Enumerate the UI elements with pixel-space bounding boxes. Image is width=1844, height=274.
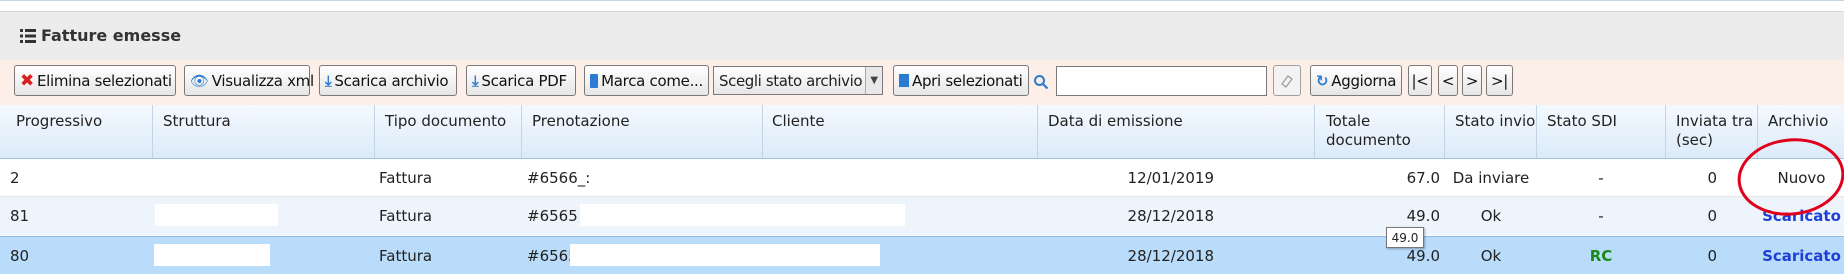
cell-tooltip: 49.0	[1386, 227, 1424, 248]
column-divider	[1536, 105, 1537, 158]
redacted-struttura	[154, 244, 270, 266]
archive-download-link[interactable]: Scaricato	[1759, 207, 1844, 225]
archive-state-select[interactable]: Scegli stato archivio ▼	[713, 66, 883, 95]
invoices-panel: Fatture emesse ✖ Elimina selezionati 👁 V…	[0, 0, 1844, 274]
col-cliente[interactable]: Cliente	[772, 112, 825, 131]
view-xml-button[interactable]: 👁 Visualizza xml	[184, 65, 314, 96]
col-inviata-tra[interactable]: Inviata tra (sec)	[1676, 112, 1753, 150]
col-archivio[interactable]: Archivio	[1768, 112, 1828, 131]
download-icon: ⤓	[472, 71, 479, 90]
file-icon	[899, 74, 909, 87]
search-input[interactable]	[1056, 66, 1267, 96]
col-tipo-documento[interactable]: Tipo documento	[385, 112, 506, 131]
open-selected-button[interactable]: Apri selezionati	[893, 65, 1029, 96]
col-stato-sdi[interactable]: Stato SDI	[1547, 112, 1617, 131]
eye-icon: 👁	[190, 71, 209, 90]
archive-download-link[interactable]: Scaricato	[1759, 247, 1844, 265]
col-progressivo[interactable]: Progressivo	[16, 112, 102, 131]
col-data-emissione[interactable]: Data di emissione	[1048, 112, 1183, 131]
redacted-cliente	[580, 204, 905, 226]
col-totale-documento[interactable]: Totale documento	[1326, 112, 1411, 150]
table-header: Progressivo Struttura Tipo documento Pre…	[0, 105, 1844, 159]
col-struttura[interactable]: Struttura	[163, 112, 231, 131]
table-row[interactable]: 2 Fattura #6566_: 12/01/2019 67.0 Da inv…	[0, 159, 1844, 197]
column-divider	[1444, 105, 1445, 158]
column-divider	[152, 105, 153, 158]
column-divider	[374, 105, 375, 158]
eraser-icon	[1281, 74, 1293, 88]
chevron-down-icon: ▼	[865, 67, 882, 94]
column-divider	[1037, 105, 1038, 158]
search-icon	[1034, 75, 1049, 90]
clear-search-button[interactable]	[1273, 65, 1301, 96]
prev-page-button[interactable]: <	[1438, 65, 1458, 96]
next-page-button[interactable]: >	[1462, 65, 1482, 96]
column-divider	[521, 105, 522, 158]
column-divider	[1665, 105, 1666, 158]
delete-selected-button[interactable]: ✖ Elimina selezionati	[14, 65, 176, 96]
delete-icon: ✖	[20, 70, 34, 91]
refresh-icon: ↻	[1316, 71, 1329, 90]
column-divider	[1314, 105, 1315, 158]
col-stato-invio[interactable]: Stato invio	[1455, 112, 1535, 131]
mark-as-button[interactable]: Marca come...	[584, 65, 709, 96]
table-row[interactable]: 81 Fattura #6565 28/12/2018 49.0 Ok - 0 …	[0, 197, 1844, 235]
redacted-cliente	[570, 244, 880, 266]
list-icon	[20, 29, 36, 43]
book-icon	[590, 73, 599, 88]
toolbar: ✖ Elimina selezionati 👁 Visualizza xml ⤓…	[0, 60, 1844, 106]
sdi-status-badge: RC	[1589, 247, 1613, 265]
table-row-selected[interactable]: 80 Fattura #6565 28/12/2018 49.0 Ok RC 0…	[0, 236, 1844, 274]
refresh-button[interactable]: ↻ Aggiorna	[1310, 65, 1402, 96]
col-prenotazione[interactable]: Prenotazione	[532, 112, 630, 131]
last-page-button[interactable]: >|	[1486, 65, 1513, 96]
redacted-struttura	[155, 204, 278, 226]
download-icon: ⤓	[325, 71, 332, 90]
panel-header: Fatture emesse	[0, 11, 1844, 61]
archive-status: Nuovo	[1777, 169, 1826, 187]
column-divider	[1757, 105, 1758, 158]
download-pdf-button[interactable]: ⤓ Scarica PDF	[466, 65, 576, 96]
column-divider	[762, 105, 763, 158]
page-title: Fatture emesse	[41, 26, 182, 45]
download-archive-button[interactable]: ⤓ Scarica archivio	[319, 65, 457, 96]
first-page-button[interactable]: |<	[1408, 65, 1432, 96]
